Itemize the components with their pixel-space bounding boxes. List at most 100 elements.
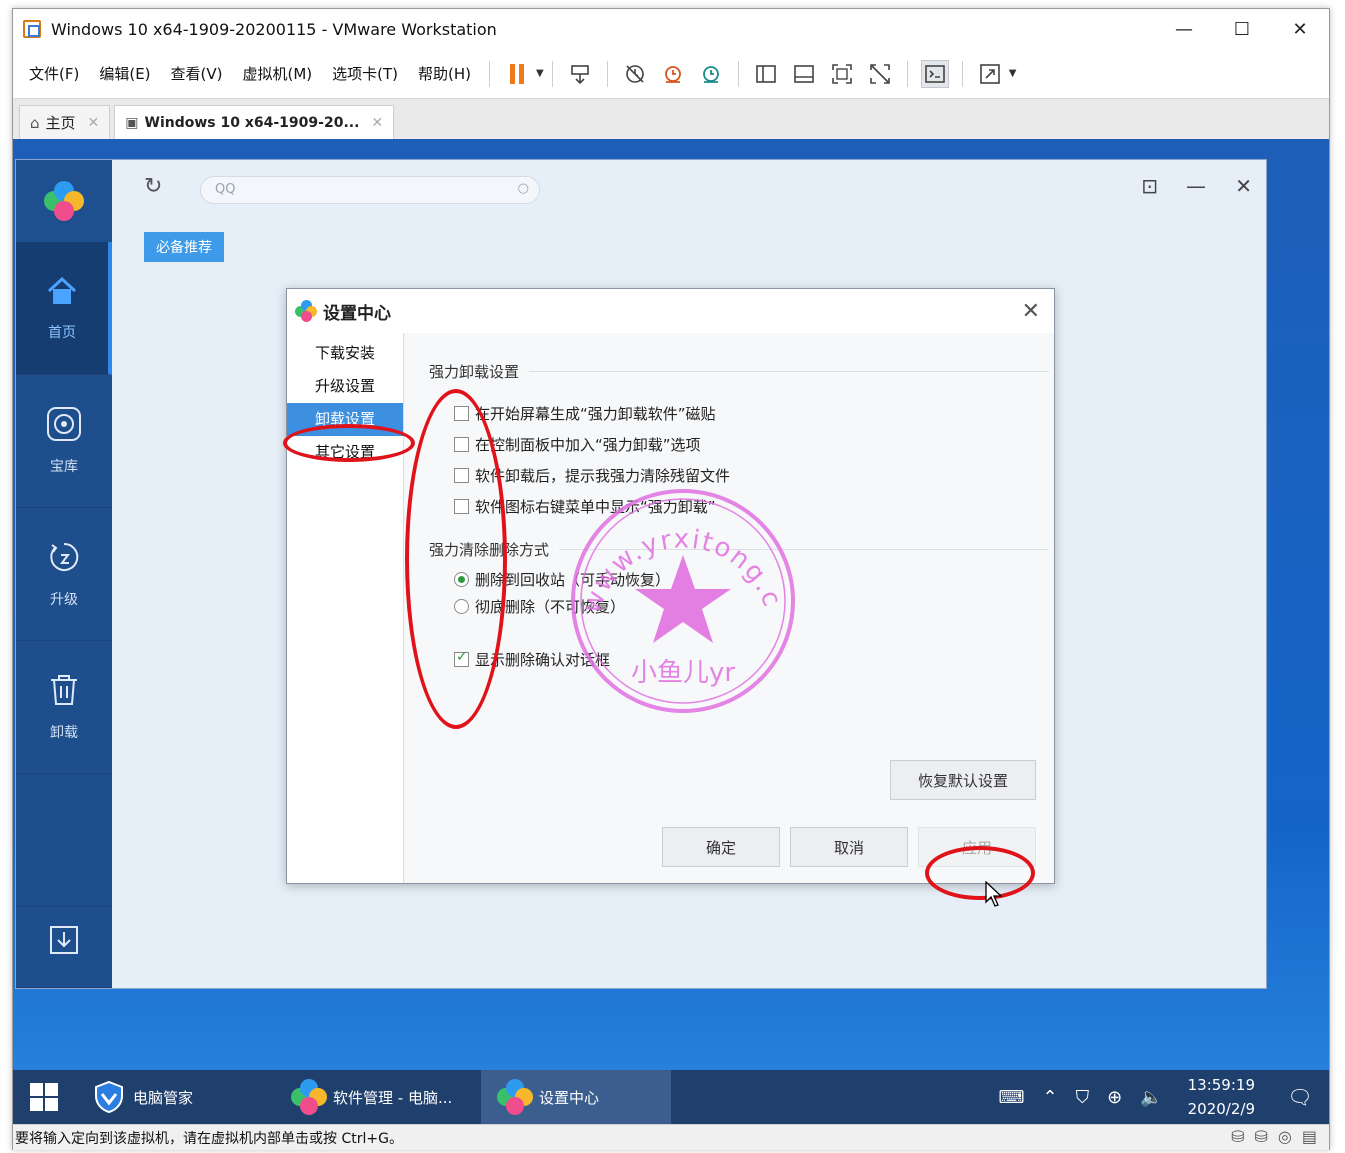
home-icon: ⌂ (30, 113, 40, 132)
minimize-button[interactable]: — (1155, 9, 1213, 49)
sidebar-item-uninstall[interactable]: 卸载 (16, 641, 112, 774)
sidebar-item-label: 首页 (48, 325, 76, 341)
close-button[interactable]: ✕ (1235, 174, 1252, 198)
menu-file[interactable]: 文件(F) (19, 63, 89, 84)
download-icon (48, 924, 80, 964)
menu-help[interactable]: 帮助(H) (408, 63, 481, 84)
taskbar-app-label: 电脑管家 (133, 1088, 194, 1107)
chevron-down-icon[interactable]: ▼ (536, 68, 544, 79)
tab-vm[interactable]: ▣ Windows 10 x64-1909-20... ✕ (114, 105, 395, 139)
maximize-button[interactable]: ☐ (1213, 9, 1271, 49)
search-placeholder: QQ (215, 182, 236, 197)
minimize-button[interactable]: — (1186, 174, 1206, 198)
unity-icon[interactable] (866, 60, 894, 88)
settings-nav-download[interactable]: 下载安装 (287, 337, 403, 370)
clover-logo-icon (44, 181, 84, 221)
sidebar-item-home[interactable]: 首页 (16, 242, 112, 375)
notification-icon[interactable]: 🗨 (1271, 1085, 1329, 1109)
annotation-ring-apply (925, 846, 1035, 900)
search-icon[interactable]: ○ (518, 181, 529, 196)
system-tray: ⌨ ⌃ ⛉ ⊕ 🔈 13:59:19 2020/2/9 🗨 (990, 1070, 1329, 1124)
clover-logo-icon (497, 1079, 533, 1115)
mini-mode-icon[interactable]: ⊡ (1141, 174, 1158, 198)
toolbar-separator (551, 60, 553, 87)
group-title: 强力卸载设置 (429, 363, 520, 381)
dialog-title: 设置中心 (323, 303, 391, 324)
download-manager-button[interactable] (16, 906, 112, 988)
option-start-tile[interactable]: 在开始屏幕生成“强力卸载软件”磁贴 (454, 403, 716, 424)
sidebar-item-label: 卸载 (50, 725, 78, 741)
upgrade-icon (46, 539, 82, 583)
clover-logo-icon (291, 1079, 327, 1115)
search-input[interactable]: QQ ○ (200, 176, 540, 204)
taskbar-app-software-manager[interactable]: 软件管理 - 电脑... (275, 1070, 481, 1124)
toolbar-separator (961, 60, 963, 87)
keyboard-icon[interactable]: ⌨ (999, 1087, 1025, 1108)
shield-icon (91, 1079, 127, 1115)
option-label: 在开始屏幕生成“强力卸载软件”磁贴 (475, 405, 716, 423)
cancel-button[interactable]: 取消 (790, 827, 908, 867)
sidebar-item-label: 升级 (50, 592, 78, 608)
taskbar-app-pc-manager[interactable]: 电脑管家 (75, 1070, 275, 1124)
snapshot-manager-icon[interactable] (697, 60, 725, 88)
taskbar-app-settings[interactable]: 设置中心 (481, 1070, 671, 1124)
cd-drive-icon[interactable]: ◎ (1278, 1127, 1292, 1146)
menu-edit[interactable]: 编辑(E) (89, 63, 160, 84)
stretch-guest-icon[interactable] (976, 60, 1004, 88)
recommended-tag[interactable]: 必备推荐 (144, 232, 224, 262)
windows-logo-icon (30, 1083, 58, 1111)
close-icon[interactable]: ✕ (1022, 299, 1040, 324)
menu-vm[interactable]: 虚拟机(M) (233, 63, 323, 84)
chevron-down-icon[interactable]: ▼ (1009, 68, 1017, 79)
vm-tab-bar: ⌂ 主页 ✕ ▣ Windows 10 x64-1909-20... ✕ (13, 99, 1329, 139)
group-header-uninstall: 强力卸载设置 (429, 361, 1049, 382)
security-shield-icon[interactable]: ⛉ (1076, 1087, 1090, 1108)
toolbar-separator (606, 60, 608, 87)
vmware-status-bar: 要将输入定向到该虚拟机，请在虚拟机内部单击或按 Ctrl+G。 ⛁ ⛁ ◎ ▤ (13, 1124, 1329, 1150)
hard-disk-icon[interactable]: ⛁ (1255, 1127, 1268, 1146)
sidebar-item-upgrade[interactable]: 升级 (16, 508, 112, 641)
home-icon (45, 274, 79, 316)
fullscreen-icon[interactable] (828, 60, 856, 88)
pause-icon[interactable] (503, 60, 531, 88)
sidebar-item-label: 宝库 (50, 459, 78, 475)
vmware-logo-icon (23, 20, 41, 38)
restore-defaults-button[interactable]: 恢复默认设置 (890, 760, 1036, 800)
message-icon[interactable]: ▤ (1302, 1127, 1317, 1146)
revert-snapshot-icon[interactable] (659, 60, 687, 88)
snapshot-icon[interactable] (621, 60, 649, 88)
send-keys-icon[interactable] (566, 60, 594, 88)
sidebar-item-library[interactable]: 宝库 (16, 375, 112, 508)
window-title: Windows 10 x64-1909-20200115 - VMware Wo… (51, 19, 497, 39)
tab-home[interactable]: ⌂ 主页 ✕ (19, 105, 111, 139)
refresh-icon[interactable]: ↻ (144, 174, 162, 199)
close-icon[interactable]: ✕ (88, 115, 100, 131)
taskbar-app-label: 软件管理 - 电脑... (333, 1088, 453, 1107)
close-icon[interactable]: ✕ (371, 115, 383, 131)
windows-taskbar: 电脑管家 软件管理 - 电脑... 设置中心 ⌨ ⌃ ⛉ ⊕ 🔈 13:59:1… (13, 1070, 1329, 1124)
start-button[interactable] (13, 1070, 75, 1124)
sidebar-toggle-icon[interactable] (752, 60, 780, 88)
taskbar-app-label: 设置中心 (539, 1088, 600, 1107)
watermark-stamp: www.yrxitong.com 小鱼儿yr (567, 485, 795, 713)
hard-disk-icon[interactable]: ⛁ (1231, 1127, 1244, 1146)
chevron-up-icon[interactable]: ⌃ (1043, 1087, 1058, 1108)
settings-dialog-header: 设置中心 ✕ (287, 289, 1054, 333)
clover-logo-icon (295, 300, 317, 322)
watermark-name: 小鱼儿yr (631, 658, 735, 688)
close-button[interactable]: ✕ (1271, 9, 1329, 49)
toolbar-separator (906, 60, 908, 87)
settings-nav-upgrade[interactable]: 升级设置 (287, 370, 403, 403)
taskbar-clock[interactable]: 13:59:19 2020/2/9 (1188, 1073, 1255, 1121)
thumbnail-bar-icon[interactable] (790, 60, 818, 88)
network-globe-icon[interactable]: ⊕ (1107, 1087, 1122, 1108)
tab-label: 主页 (45, 114, 76, 132)
console-view-icon[interactable] (920, 59, 949, 88)
volume-muted-icon[interactable]: 🔈 (1140, 1087, 1162, 1108)
menu-view[interactable]: 查看(V) (161, 63, 233, 84)
tab-label: Windows 10 x64-1909-20... (144, 114, 360, 131)
vm-icon: ▣ (125, 114, 139, 131)
menu-tabs[interactable]: 选项卡(T) (322, 63, 408, 84)
ok-button[interactable]: 确定 (662, 827, 780, 867)
menu-bar: 文件(F) 编辑(E) 查看(V) 虚拟机(M) 选项卡(T) 帮助(H) ▼ (13, 49, 1329, 99)
